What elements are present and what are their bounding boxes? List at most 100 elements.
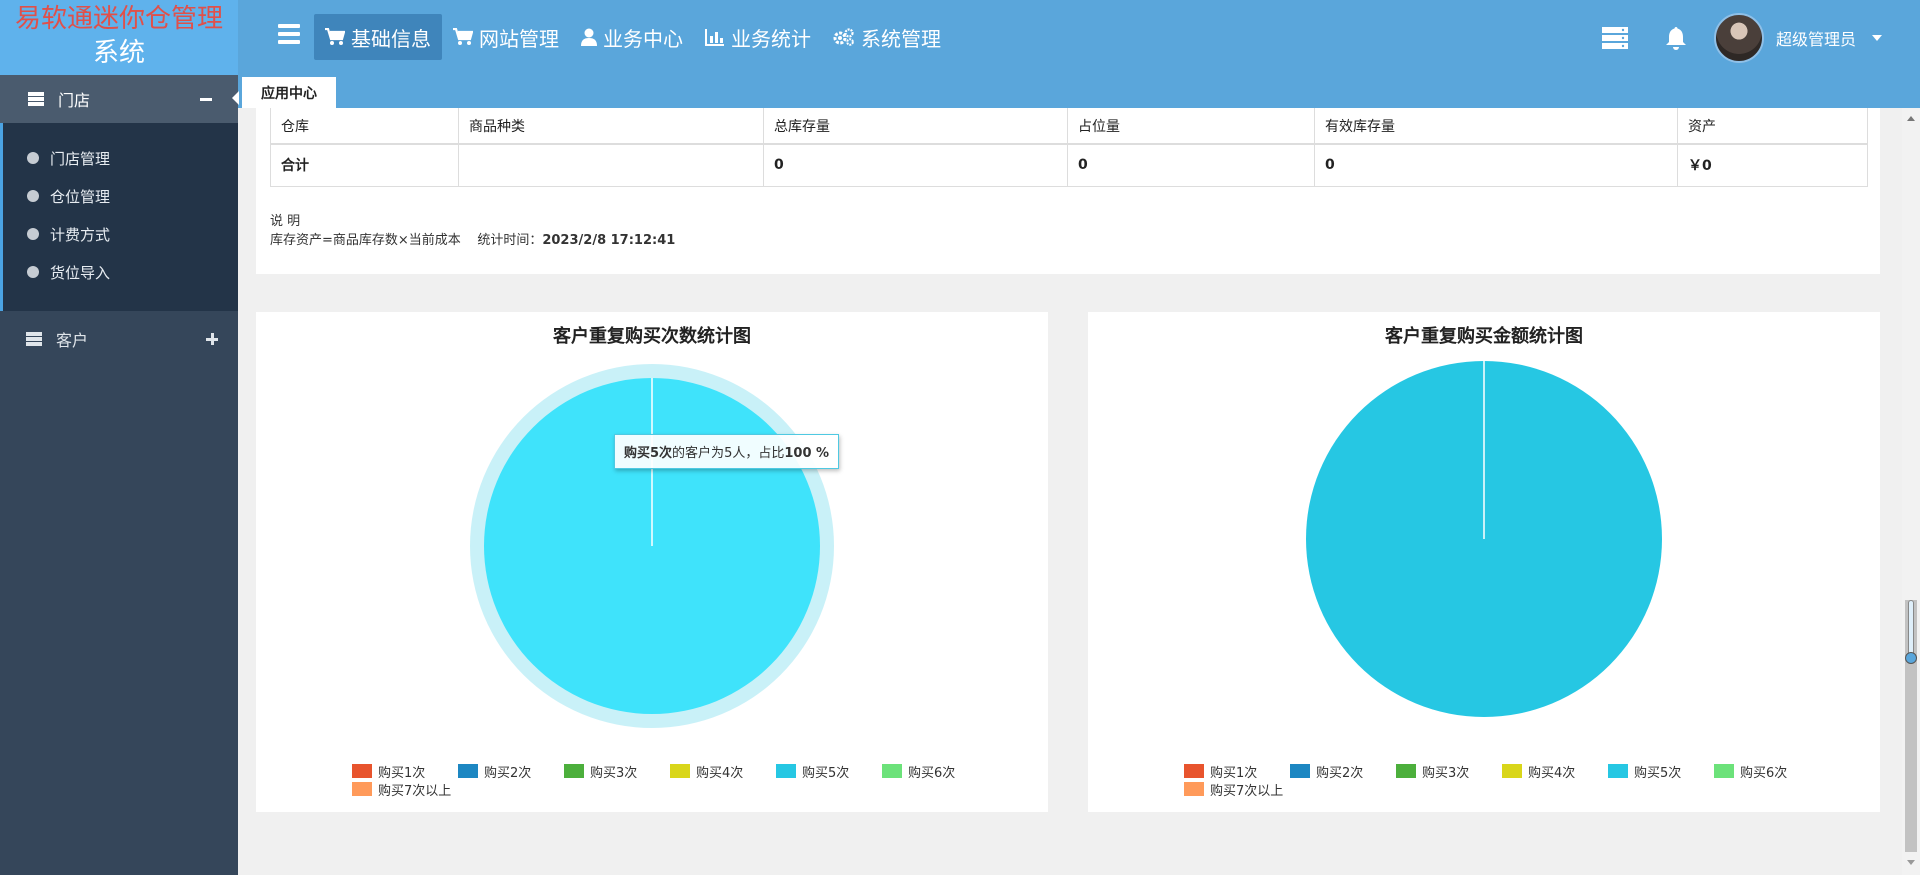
table-cell: 0 [763,143,1068,187]
scroll-down-icon[interactable] [1907,860,1915,865]
legend-swatch [564,764,584,778]
legend-swatch [670,764,690,778]
legend-item[interactable]: 购买7次以上 [1184,780,1290,799]
column-header: 有效库存量 [1314,108,1678,145]
top-bar: 基础信息 网站管理 业务中心 业务统计 系统管理 超级管理员 [238,0,1920,75]
legend-swatch [458,764,478,778]
legend-item[interactable]: 购买4次 [670,762,776,781]
sidebar-group-store[interactable]: 门店 [0,75,238,123]
legend-item[interactable]: 购买4次 [1502,762,1608,781]
legend-label: 购买1次 [378,765,426,781]
table-cell: 0 [1314,143,1678,187]
chart-legend: 购买1次 购买2次 购买3次 购买4次 购买5次 购买6次购买7次以上 [1184,762,1824,799]
top-right-tools: 超级管理员 [1601,0,1920,75]
column-header: 商品种类 [458,108,764,145]
legend-label: 购买3次 [590,765,638,781]
app-logo: 易软通迷你仓管理 系统 [0,0,238,75]
legend-label: 购买2次 [484,765,532,781]
table-cell: ￥0 [1677,143,1868,187]
gears-icon [833,28,854,46]
legend-label: 购买6次 [908,765,956,781]
cart-icon [453,28,473,45]
bullet-icon [27,190,39,202]
legend-label: 购买4次 [1528,765,1576,781]
sidebar-item-label: 货位导入 [50,263,111,282]
column-header: 资产 [1677,108,1868,145]
vertical-scrollbar[interactable] [1902,108,1920,875]
sidebar-item-slot-import[interactable]: 货位导入 [3,253,238,291]
note-block: 说 明 库存资产=商品库存数×当前成本 统计时间：2023/2/8 17:12:… [270,212,675,250]
legend-swatch [776,764,796,778]
sidebar-item-store-management[interactable]: 门店管理 [3,139,238,177]
nav-business-stats[interactable]: 业务统计 [694,14,822,60]
legend-item[interactable]: 购买6次 [882,762,988,781]
legend-item[interactable]: 购买2次 [1290,762,1396,781]
legend-swatch [352,782,372,796]
legend-item[interactable]: 购买1次 [352,762,458,781]
nav-label: 业务统计 [731,26,811,51]
note-line: 库存资产=商品库存数×当前成本 统计时间：2023/2/8 17:12:41 [270,231,675,250]
legend-swatch [1502,764,1522,778]
cart-icon [325,28,345,45]
chart-card-purchase-count: 客户重复购买次数统计图 购买1次 购买2次 购买3次 购买4次 购买5次 购买6次 购买7次… [256,312,1048,812]
table-header-row: 仓库 商品种类 总库存量 占位量 有效库存量 资产 [270,108,1868,145]
server-icon [28,92,44,106]
legend-swatch [1184,764,1204,778]
nav-system-management[interactable]: 系统管理 [822,14,952,60]
chart-tooltip: 购买5次的客户为5人，占比100 % [614,434,840,469]
username[interactable]: 超级管理员 [1776,26,1856,50]
bullet-icon [27,228,39,240]
server-icon[interactable] [1601,26,1628,49]
legend-item[interactable]: 购买7次以上 [352,780,458,799]
chart-legend: 购买1次 购买2次 购买3次 购买4次 购买5次 购买6次购买7次以上 [352,762,992,799]
legend-item[interactable]: 购买6次 [1714,762,1820,781]
nav-basic-info[interactable]: 基础信息 [314,14,442,60]
sidebar-submenu-store: 门店管理 仓位管理 计费方式 货位导入 [0,123,238,311]
tooltip-value: 5人 [724,446,746,461]
legend-item[interactable]: 购买5次 [776,762,882,781]
sidebar-group-customer[interactable]: 客户 [0,315,238,363]
chevron-down-icon[interactable] [1872,34,1882,41]
legend-item[interactable]: 购买1次 [1184,762,1290,781]
column-header: 仓库 [270,108,459,145]
collapse-minus-icon[interactable] [200,98,212,101]
scroll-up-icon[interactable] [1907,116,1915,121]
legend-label: 购买7次以上 [1210,783,1284,799]
user-icon [581,28,597,46]
thermometer-bulb-icon [1905,652,1917,664]
legend-swatch [1396,764,1416,778]
pie-chart-purchase-count[interactable] [256,312,1048,752]
stock-summary-card: 仓库 商品种类 总库存量 占位量 有效库存量 资产 合计 0 0 0 ￥0 说 … [256,108,1880,274]
legend-label: 购买2次 [1316,765,1364,781]
sidebar: 门店 门店管理 仓位管理 计费方式 货位导入 客户 [0,75,238,875]
legend-item[interactable]: 购买3次 [1396,762,1502,781]
stock-table: 仓库 商品种类 总库存量 占位量 有效库存量 资产 合计 0 0 0 ￥0 [270,108,1868,187]
sidebar-item-location-management[interactable]: 仓位管理 [3,177,238,215]
tooltip-category: 购买5次 [624,446,673,461]
legend-swatch [1714,764,1734,778]
tab-app-center[interactable]: 应用中心 [242,77,336,108]
nav-label: 基础信息 [351,26,431,51]
table-row-total: 合计 0 0 0 ￥0 [270,143,1868,187]
menu-toggle-icon[interactable] [278,24,300,44]
legend-item[interactable]: 购买5次 [1608,762,1714,781]
sidebar-collapse-icon[interactable] [232,91,239,105]
chart-card-purchase-amount: 客户重复购买金额统计图 购买1次 购买2次 购买3次 购买4次 购买5次 购买6次 购买7次… [1088,312,1880,812]
sidebar-item-billing-method[interactable]: 计费方式 [3,215,238,253]
legend-label: 购买5次 [802,765,850,781]
nav-business-center[interactable]: 业务中心 [570,14,694,60]
tab-bar: 应用中心 [238,75,1920,108]
avatar[interactable] [1713,12,1764,63]
table-cell [458,143,764,187]
bell-icon[interactable] [1664,26,1688,50]
expand-plus-icon[interactable] [206,333,218,345]
nav-website-management[interactable]: 网站管理 [442,14,570,60]
nav-label: 业务中心 [603,26,683,51]
legend-item[interactable]: 购买2次 [458,762,564,781]
pie-chart-purchase-amount[interactable] [1088,312,1880,752]
legend-swatch [1184,782,1204,796]
legend-item[interactable]: 购买3次 [564,762,670,781]
top-nav: 基础信息 网站管理 业务中心 业务统计 系统管理 [314,14,952,60]
legend-swatch [882,764,902,778]
legend-label: 购买4次 [696,765,744,781]
